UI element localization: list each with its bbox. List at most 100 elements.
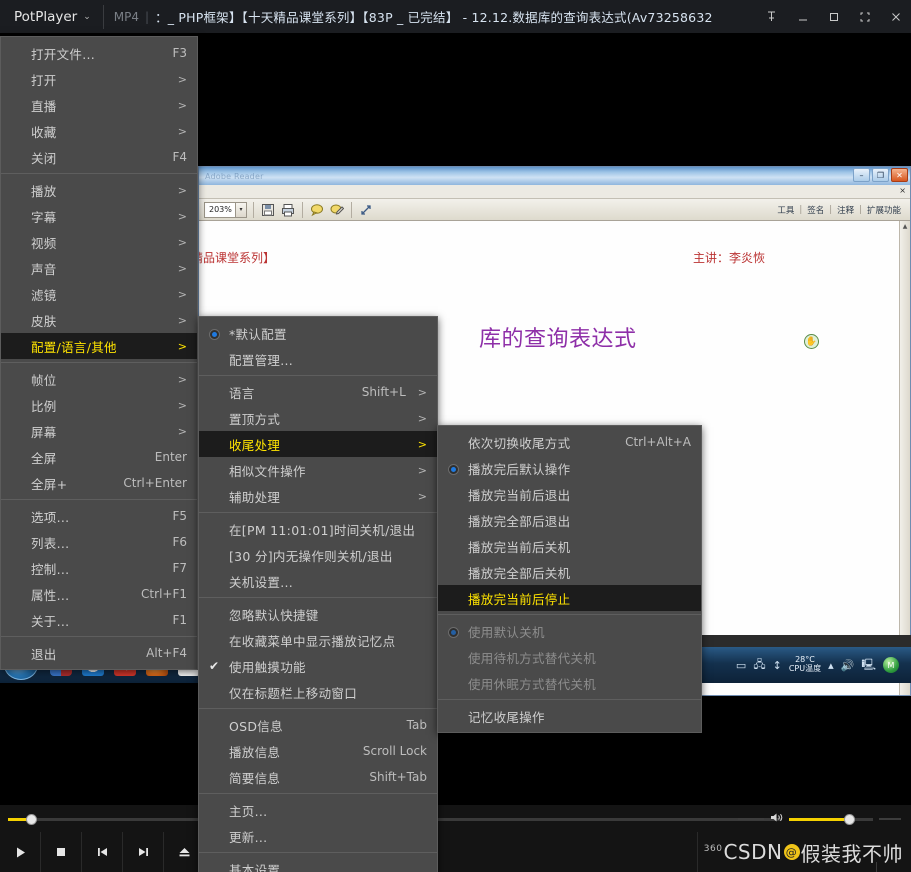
- sort-icon[interactable]: ↕: [773, 659, 782, 672]
- camera-icon[interactable]: ▭: [736, 659, 746, 672]
- submenu-arrow-icon: >: [417, 437, 427, 451]
- menu-item[interactable]: 帧位 >: [1, 366, 197, 392]
- menu-item[interactable]: 仅在标题栏上移动窗口: [199, 679, 437, 705]
- next-button[interactable]: [123, 832, 164, 872]
- pdf-tool-extended[interactable]: 扩展功能: [867, 204, 901, 216]
- menu-item[interactable]: 忽略默认快捷键: [199, 601, 437, 627]
- menu-item-shortcut: F6: [172, 535, 187, 549]
- menu-item[interactable]: [30 分]内无操作则关机/退出: [199, 542, 437, 568]
- menu-item[interactable]: 选项... F5: [1, 503, 197, 529]
- menu-item[interactable]: *默认配置: [199, 320, 437, 346]
- menu-item[interactable]: 滤镜 >: [1, 281, 197, 307]
- sign-icon[interactable]: [329, 202, 345, 218]
- menu-item[interactable]: 播放完当前后关机: [438, 533, 701, 559]
- menu-item[interactable]: 依次切换收尾方式 Ctrl+Alt+A: [438, 429, 701, 455]
- menu-item[interactable]: 声音 >: [1, 255, 197, 281]
- menu-item[interactable]: 播放 >: [1, 177, 197, 203]
- previous-button[interactable]: [82, 832, 123, 872]
- menu-item-label: 关于...: [31, 613, 70, 629]
- pdf-tool-tools[interactable]: 工具: [777, 204, 794, 216]
- volume-slider[interactable]: [789, 813, 873, 825]
- menu-item[interactable]: 配置管理...: [199, 346, 437, 372]
- menu-item[interactable]: 打开文件... F3: [1, 40, 197, 66]
- close-button[interactable]: [880, 0, 911, 33]
- menu-item[interactable]: 控制... F7: [1, 555, 197, 581]
- menu-item[interactable]: 全屏 Enter: [1, 444, 197, 470]
- menu-item[interactable]: 辅助处理 >: [199, 483, 437, 509]
- menu-item[interactable]: 记忆收尾操作: [438, 703, 701, 729]
- minimize-button[interactable]: [787, 0, 818, 33]
- pdf-tool-comment[interactable]: 注释: [837, 204, 854, 216]
- menu-item[interactable]: 播放完当前后停止: [438, 585, 701, 611]
- network-icon[interactable]: 🖧: [753, 656, 765, 675]
- menu-item[interactable]: 收尾处理 >: [199, 431, 437, 457]
- app-menu-button[interactable]: PotPlayer ⌄: [0, 0, 103, 33]
- menu-item[interactable]: ✔ 使用触摸功能: [199, 653, 437, 679]
- menu-item[interactable]: 属性... Ctrl+F1: [1, 581, 197, 607]
- save-icon[interactable]: [260, 202, 276, 218]
- play-button[interactable]: [0, 832, 41, 872]
- menu-item[interactable]: 播放信息 Scroll Lock: [199, 738, 437, 764]
- menu-item[interactable]: 直播 >: [1, 92, 197, 118]
- pin-button[interactable]: [756, 0, 787, 33]
- pdf-zoom-control[interactable]: 203% ▾: [204, 201, 247, 218]
- pdf-minimize-button[interactable]: –: [853, 168, 870, 182]
- print-icon[interactable]: [280, 202, 296, 218]
- stop-button[interactable]: [41, 832, 82, 872]
- menu-item[interactable]: 字幕 >: [1, 203, 197, 229]
- menu-item[interactable]: 配置/语言/其他 >: [1, 333, 197, 359]
- comment-icon[interactable]: [309, 202, 325, 218]
- menu-item[interactable]: 关闭 F4: [1, 144, 197, 170]
- menu-item[interactable]: 列表... F6: [1, 529, 197, 555]
- menu-item-label: 字幕: [31, 209, 57, 225]
- menu-item[interactable]: 置顶方式 >: [199, 405, 437, 431]
- cpu-temperature-widget[interactable]: 28°C CPU温度: [789, 655, 821, 674]
- menu-item[interactable]: 视频 >: [1, 229, 197, 255]
- menu-item[interactable]: 皮肤 >: [1, 307, 197, 333]
- menu-item[interactable]: 比例 >: [1, 392, 197, 418]
- menu-item[interactable]: 退出 Alt+F4: [1, 640, 197, 666]
- menu-item[interactable]: 主页...: [199, 797, 437, 823]
- pdf-scrollbar[interactable]: ▲: [899, 221, 910, 695]
- menu-item[interactable]: 收藏 >: [1, 118, 197, 144]
- menu-item[interactable]: 播放完全部后退出: [438, 507, 701, 533]
- volume-icon[interactable]: 🔊: [841, 659, 855, 672]
- monitor-icon[interactable]: 🖳: [861, 656, 876, 675]
- menu-item-label: 记忆收尾操作: [468, 709, 545, 725]
- menu-item[interactable]: 在[PM 11:01:01]时间关机/退出: [199, 516, 437, 542]
- menu-item-label: 皮肤: [31, 313, 57, 329]
- menu-item[interactable]: 语言 Shift+L >: [199, 379, 437, 405]
- menu-item[interactable]: 打开 >: [1, 66, 197, 92]
- menu-item-label: OSD信息: [229, 718, 283, 734]
- pdf-tool-sign[interactable]: 签名: [807, 204, 824, 216]
- expand-icon[interactable]: [358, 202, 374, 218]
- volume-icon[interactable]: [770, 812, 783, 826]
- menu-separator: [438, 699, 701, 700]
- seek-thumb[interactable]: [26, 814, 38, 825]
- pdf-close-button[interactable]: ✕: [891, 168, 908, 182]
- scroll-up-icon[interactable]: ▲: [900, 221, 910, 232]
- menu-item[interactable]: 播放完后默认操作: [438, 455, 701, 481]
- menu-item-label: [30 分]内无操作则关机/退出: [229, 548, 393, 564]
- menu-item[interactable]: 关机设置...: [199, 568, 437, 594]
- pdf-restore-button[interactable]: ❐: [872, 168, 889, 182]
- security-icon[interactable]: M: [883, 657, 899, 673]
- fullscreen-button[interactable]: [849, 0, 880, 33]
- menu-item[interactable]: 简要信息 Shift+Tab: [199, 764, 437, 790]
- menu-item[interactable]: 在收藏菜单中显示播放记忆点: [199, 627, 437, 653]
- chevron-down-icon[interactable]: ▾: [235, 202, 246, 217]
- menu-item[interactable]: 关于... F1: [1, 607, 197, 633]
- volume-thumb[interactable]: [844, 813, 856, 825]
- menu-item[interactable]: 播放完当前后退出: [438, 481, 701, 507]
- menu-item[interactable]: 屏幕 >: [1, 418, 197, 444]
- pdf-tab-close-icon[interactable]: ×: [899, 186, 906, 195]
- maximize-button[interactable]: [818, 0, 849, 33]
- menu-item[interactable]: 相似文件操作 >: [199, 457, 437, 483]
- menu-item[interactable]: 基本设置...: [199, 856, 437, 872]
- menu-item[interactable]: 更新...: [199, 823, 437, 849]
- menu-item[interactable]: 全屏+ Ctrl+Enter: [1, 470, 197, 496]
- menu-item[interactable]: 播放完全部后关机: [438, 559, 701, 585]
- chevron-up-icon[interactable]: ▴: [828, 659, 834, 672]
- seek-row: [0, 805, 911, 832]
- menu-item[interactable]: OSD信息 Tab: [199, 712, 437, 738]
